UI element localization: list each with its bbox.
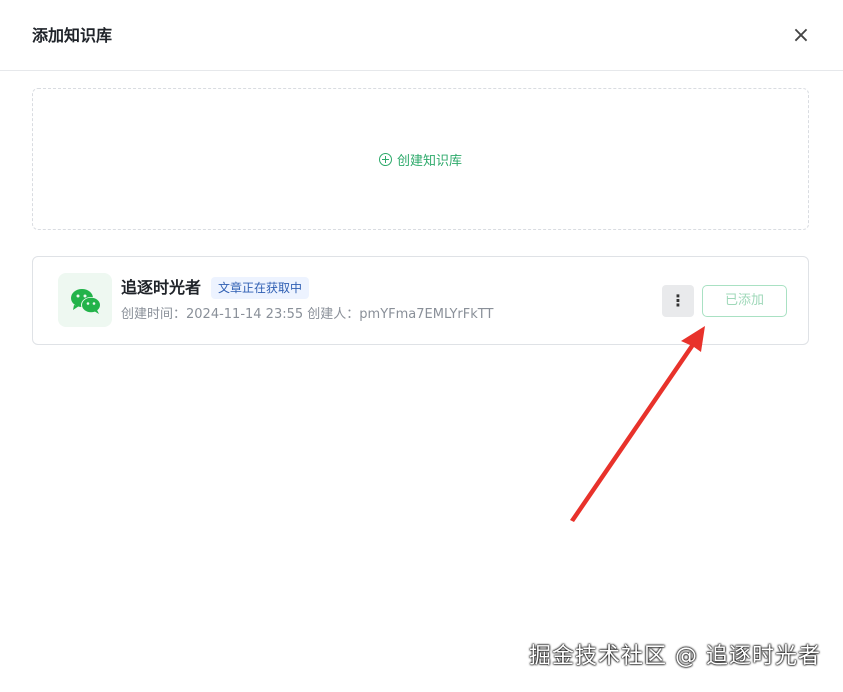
create-knowledge-base-button[interactable]: 创建知识库 [32, 88, 809, 230]
watermark: 掘金技术社区 @ 追逐时光者 [529, 644, 821, 669]
status-badge: 文章正在获取中 [211, 277, 310, 299]
dialog-title: 添加知识库 [32, 26, 113, 45]
close-icon[interactable]: × [789, 24, 813, 48]
added-button[interactable]: 已添加 [702, 285, 787, 317]
plus-circle-icon [378, 152, 392, 166]
dialog-header: 添加知识库 × [0, 0, 843, 71]
create-knowledge-base-label: 创建知识库 [396, 153, 462, 169]
knowledge-base-name: 追逐时光者 [121, 278, 202, 297]
knowledge-base-card: 追逐时光者 文章正在获取中 创建时间：2024-11-14 23:55 创建人：… [32, 256, 809, 345]
more-options-button[interactable]: ⋮ [662, 285, 694, 317]
add-knowledge-base-dialog: 添加知识库 × 创建知识库 追逐时光者 文章正在获取中 创建时间：2024-11… [0, 0, 843, 692]
create-knowledge-base-content: 创建知识库 [378, 150, 462, 169]
wechat-icon [58, 273, 112, 327]
knowledge-base-meta: 创建时间：2024-11-14 23:55 创建人：pmYFma7EMLYrFk… [121, 307, 494, 322]
